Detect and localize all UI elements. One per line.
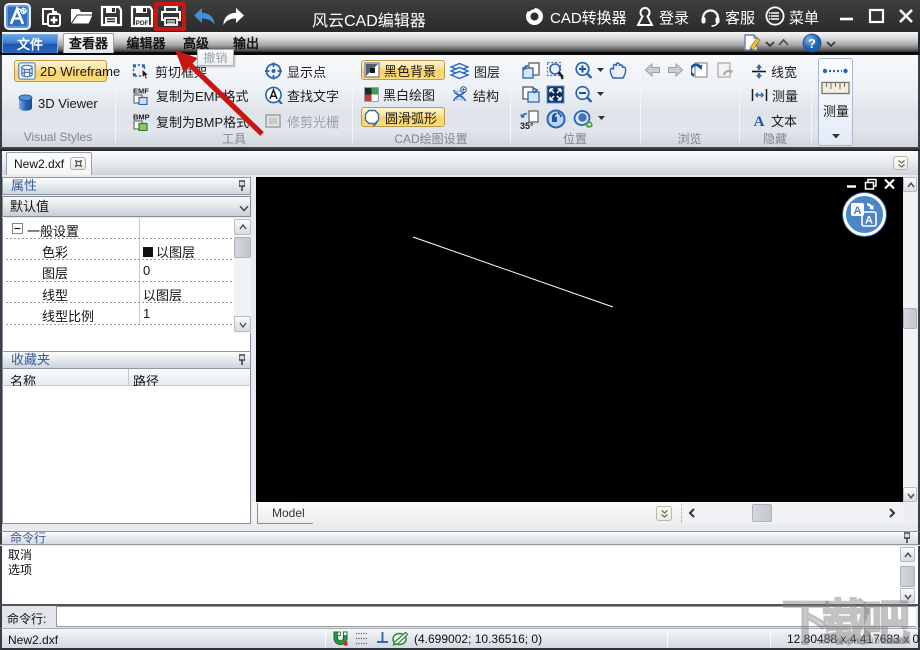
svg-text:PDF: PDF	[136, 20, 149, 27]
svg-text:A: A	[854, 205, 862, 217]
svg-text:BMP: BMP	[133, 112, 150, 121]
svg-text:?: ?	[808, 36, 816, 51]
svg-text:A: A	[754, 114, 765, 128]
svg-text:EMF: EMF	[133, 86, 149, 95]
svg-text:A: A	[865, 215, 873, 227]
svg-text:35°: 35°	[520, 121, 534, 130]
